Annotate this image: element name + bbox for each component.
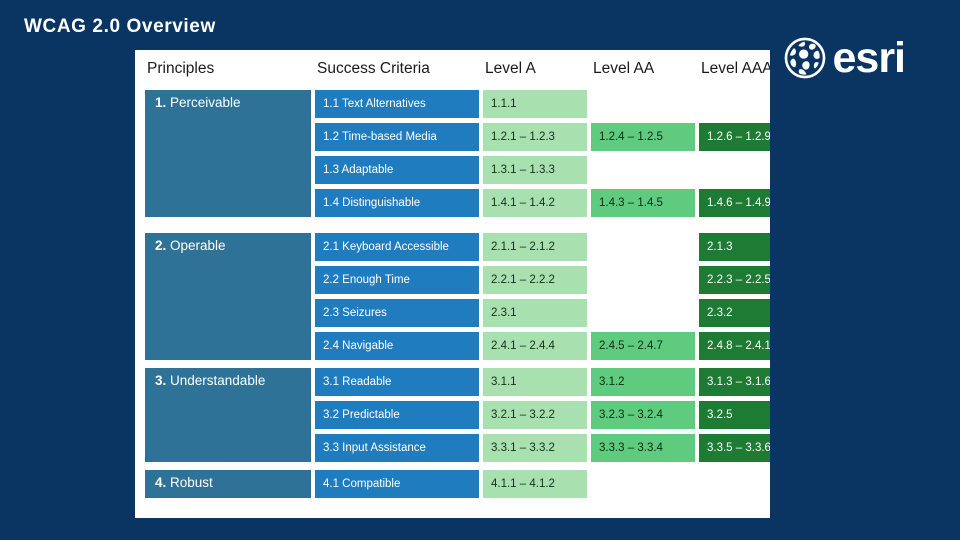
level-aa-cell[interactable]: 2.4.5 – 2.4.7 xyxy=(591,332,695,360)
principle-name: Perceivable xyxy=(166,95,241,110)
level-aa-cell[interactable]: 3.3.3 – 3.3.4 xyxy=(591,434,695,462)
column-header-level-aa: Level AA xyxy=(593,60,655,77)
principle-group: 3. Understandable 3.1 Readable 3.1.1 3.1.2 3… xyxy=(135,368,770,462)
level-a-cell[interactable]: 2.3.1 xyxy=(483,299,587,327)
level-aaa-cell[interactable]: 2.2.3 – 2.2.5 xyxy=(699,266,770,294)
level-aa-cell[interactable]: 1.4.3 – 1.4.5 xyxy=(591,189,695,217)
level-a-cell[interactable]: 1.4.1 – 1.4.2 xyxy=(483,189,587,217)
principle-number: 1. xyxy=(155,95,167,110)
level-a-cell[interactable]: 3.2.1 – 3.2.2 xyxy=(483,401,587,429)
success-criteria-cell[interactable]: 2.3 Seizures xyxy=(315,299,479,327)
table-body: 1. Perceivable 1.1 Text Alternatives 1.1.1… xyxy=(135,90,770,498)
level-a-cell[interactable]: 1.3.1 – 1.3.3 xyxy=(483,156,587,184)
level-a-cell[interactable]: 2.2.1 – 2.2.2 xyxy=(483,266,587,294)
success-criteria-cell[interactable]: 1.3 Adaptable xyxy=(315,156,479,184)
level-aaa-cell[interactable]: 2.1.3 xyxy=(699,233,770,261)
principle-name: Operable xyxy=(166,238,226,253)
principle-number: 4. xyxy=(155,475,167,490)
principle-number: 2. xyxy=(155,238,167,253)
success-criteria-cell[interactable]: 2.1 Keyboard Accessible xyxy=(315,233,479,261)
success-criteria-cell[interactable]: 3.1 Readable xyxy=(315,368,479,396)
level-aaa-cell[interactable]: 2.3.2 xyxy=(699,299,770,327)
success-criteria-cell[interactable]: 2.4 Navigable xyxy=(315,332,479,360)
level-a-cell[interactable]: 2.1.1 – 2.1.2 xyxy=(483,233,587,261)
principle-group: 1. Perceivable 1.1 Text Alternatives 1.1.1… xyxy=(135,90,770,217)
success-criteria-cell[interactable]: 2.2 Enough Time xyxy=(315,266,479,294)
level-aaa-cell[interactable]: 1.2.6 – 1.2.9 xyxy=(699,123,770,151)
level-aa-cell xyxy=(591,90,695,118)
level-a-cell[interactable]: 4.1.1 – 4.1.2 xyxy=(483,470,587,498)
success-criteria-cell[interactable]: 1.4 Distinguishable xyxy=(315,189,479,217)
principle-name: Understandable xyxy=(166,373,266,388)
level-aa-cell[interactable]: 3.1.2 xyxy=(591,368,695,396)
success-criteria-cell[interactable]: 3.2 Predictable xyxy=(315,401,479,429)
principle-group: 4. Robust 4.1 Compatible 4.1.1 – 4.1.2 xyxy=(135,470,770,498)
principle-number: 3. xyxy=(155,373,167,388)
level-a-cell[interactable]: 3.1.1 xyxy=(483,368,587,396)
level-aa-cell[interactable]: 1.2.4 – 1.2.5 xyxy=(591,123,695,151)
level-a-cell[interactable]: 3.3.1 – 3.3.2 xyxy=(483,434,587,462)
level-aa-cell xyxy=(591,266,695,294)
success-criteria-cell[interactable]: 1.2 Time-based Media xyxy=(315,123,479,151)
level-aaa-cell[interactable]: 3.1.3 – 3.1.6 xyxy=(699,368,770,396)
level-aaa-cell xyxy=(699,90,770,118)
column-header-success-criteria: Success Criteria xyxy=(317,60,430,77)
level-a-cell[interactable]: 1.2.1 – 1.2.3 xyxy=(483,123,587,151)
wcag-overview-table: Principles Success Criteria Level A Leve… xyxy=(135,50,770,518)
globe-icon xyxy=(785,37,826,78)
principle-cell[interactable]: 1. Perceivable xyxy=(145,90,311,217)
level-a-cell[interactable]: 2.4.1 – 2.4.4 xyxy=(483,332,587,360)
principle-name: Robust xyxy=(166,475,213,490)
level-aaa-cell xyxy=(699,470,770,498)
level-aaa-cell xyxy=(699,156,770,184)
success-criteria-cell[interactable]: 4.1 Compatible xyxy=(315,470,479,498)
level-aa-cell[interactable]: 3.2.3 – 3.2.4 xyxy=(591,401,695,429)
principle-group: 2. Operable 2.1 Keyboard Accessible 2.1.1 … xyxy=(135,233,770,360)
column-header-level-a: Level A xyxy=(485,60,536,77)
page-title: WCAG 2.0 Overview xyxy=(24,16,216,37)
success-criteria-cell[interactable]: 3.3 Input Assistance xyxy=(315,434,479,462)
level-aa-cell xyxy=(591,233,695,261)
table-header-row: Principles Success Criteria Level A Leve… xyxy=(135,50,770,90)
principle-cell[interactable]: 4. Robust xyxy=(145,470,311,498)
level-aa-cell xyxy=(591,156,695,184)
level-aa-cell xyxy=(591,299,695,327)
principle-cell[interactable]: 3. Understandable xyxy=(145,368,311,462)
esri-wordmark: esri xyxy=(832,34,906,82)
level-aaa-cell[interactable]: 1.4.6 – 1.4.9 xyxy=(699,189,770,217)
success-criteria-cell[interactable]: 1.1 Text Alternatives xyxy=(315,90,479,118)
principle-cell[interactable]: 2. Operable xyxy=(145,233,311,360)
level-aaa-cell[interactable]: 3.3.5 – 3.3.6 xyxy=(699,434,770,462)
level-aa-cell xyxy=(591,470,695,498)
level-aaa-cell[interactable]: 3.2.5 xyxy=(699,401,770,429)
column-header-level-aaa: Level AAA xyxy=(701,60,770,77)
column-header-principles: Principles xyxy=(147,60,215,77)
level-aaa-cell[interactable]: 2.4.8 – 2.4.10 xyxy=(699,332,770,360)
esri-logo: esri xyxy=(784,34,906,82)
level-a-cell[interactable]: 1.1.1 xyxy=(483,90,587,118)
